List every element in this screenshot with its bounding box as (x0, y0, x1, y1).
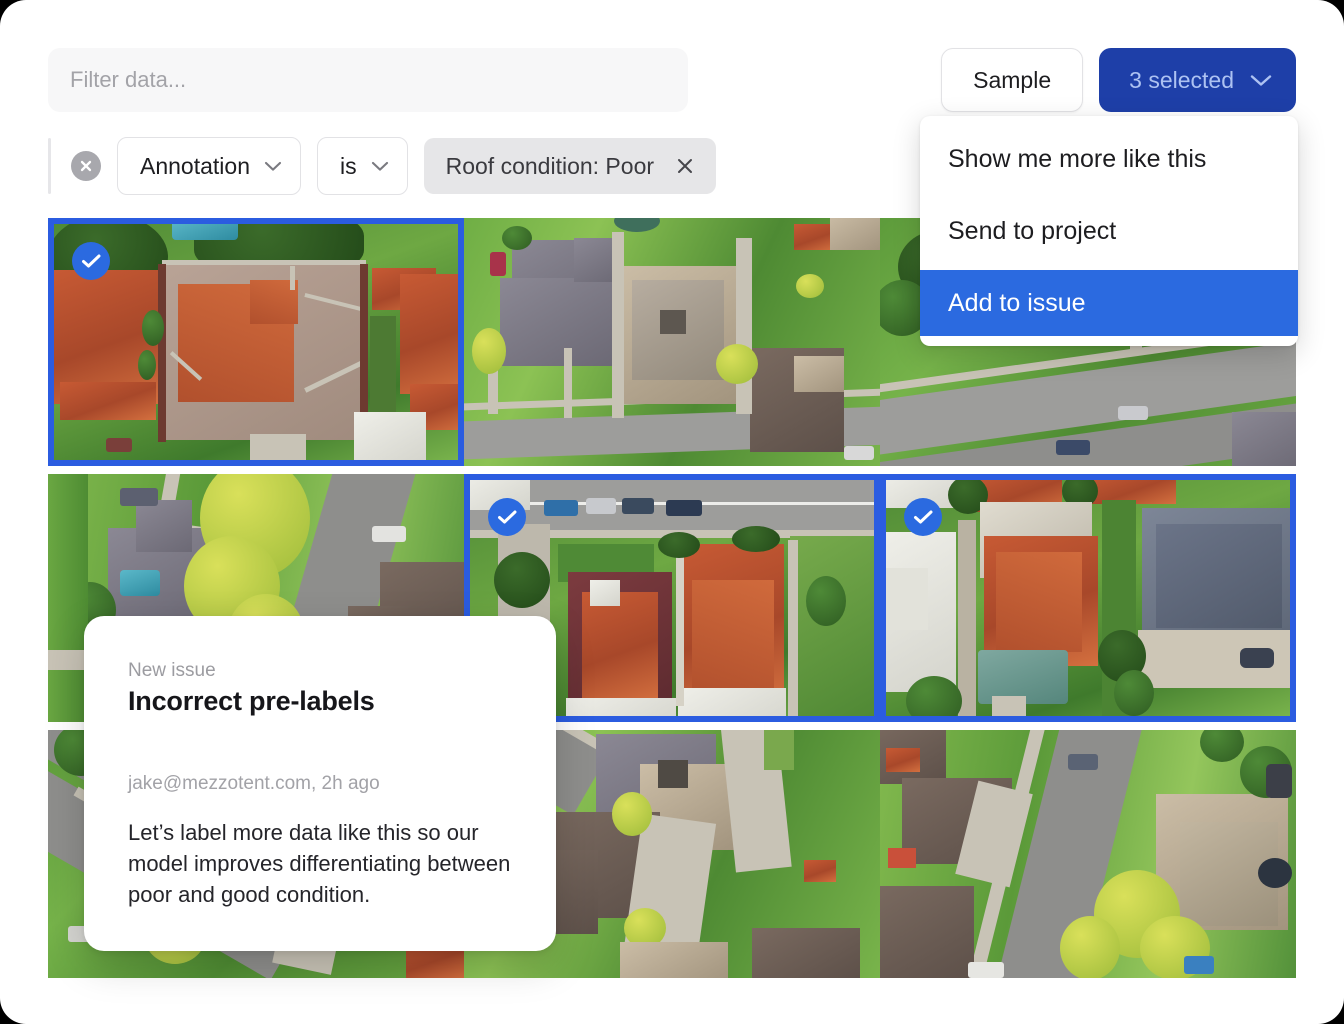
image-tile[interactable] (880, 730, 1296, 978)
filter-chips-row: Annotation is Roof condition: Poor (48, 137, 717, 195)
toolbar-actions: Sample 3 selected (941, 48, 1296, 112)
filter-value-label: Roof condition: Poor (445, 152, 655, 179)
issue-eyebrow-label: New issue (128, 660, 216, 681)
aerial-photo (886, 480, 1290, 716)
bulk-actions-menu: Show me more like this Send to project A… (920, 116, 1298, 346)
filter-field-label: Annotation (140, 152, 250, 179)
filter-field-select[interactable]: Annotation (117, 137, 301, 195)
toolbar: Sample 3 selected (48, 48, 1296, 112)
menu-item-show-more-like-this[interactable]: Show me more like this (920, 126, 1298, 192)
filter-operator-label: is (339, 152, 357, 179)
chevron-down-icon (1250, 74, 1272, 87)
menu-item-add-to-issue[interactable]: Add to issue (920, 270, 1298, 336)
new-issue-card: New issue Incorrect pre-labels jake@mezz… (84, 616, 556, 951)
issue-body-text: Let’s label more data like this so our m… (128, 820, 511, 908)
chevron-down-icon (264, 161, 282, 172)
close-icon[interactable] (676, 157, 694, 175)
tile-selected-check[interactable] (72, 242, 110, 280)
selected-dropdown-button[interactable]: 3 selected (1099, 48, 1296, 112)
aerial-photo (54, 224, 458, 460)
filter-group-rule (48, 138, 51, 194)
tile-selected-check[interactable] (904, 498, 942, 536)
image-tile[interactable] (880, 474, 1296, 722)
filter-data-input[interactable] (48, 48, 688, 112)
issue-title: Incorrect pre-labels (128, 686, 375, 716)
tile-selected-check[interactable] (488, 498, 526, 536)
filter-value-chip[interactable]: Roof condition: Poor (423, 138, 717, 194)
image-tile[interactable] (48, 218, 464, 466)
selected-count-label: 3 selected (1129, 66, 1234, 93)
sample-button[interactable]: Sample (941, 48, 1084, 112)
close-circle-icon[interactable] (71, 151, 101, 181)
aerial-photo (464, 218, 880, 466)
aerial-photo (880, 730, 1296, 978)
chevron-down-icon (371, 161, 389, 172)
menu-item-send-to-project[interactable]: Send to project (920, 198, 1298, 264)
image-tile[interactable] (464, 218, 880, 466)
issue-author-timestamp: jake@mezzotent.com, 2h ago (128, 773, 380, 794)
app-window: Sample 3 selected Show me more like this… (0, 0, 1344, 1024)
filter-operator-select[interactable]: is (316, 137, 408, 195)
